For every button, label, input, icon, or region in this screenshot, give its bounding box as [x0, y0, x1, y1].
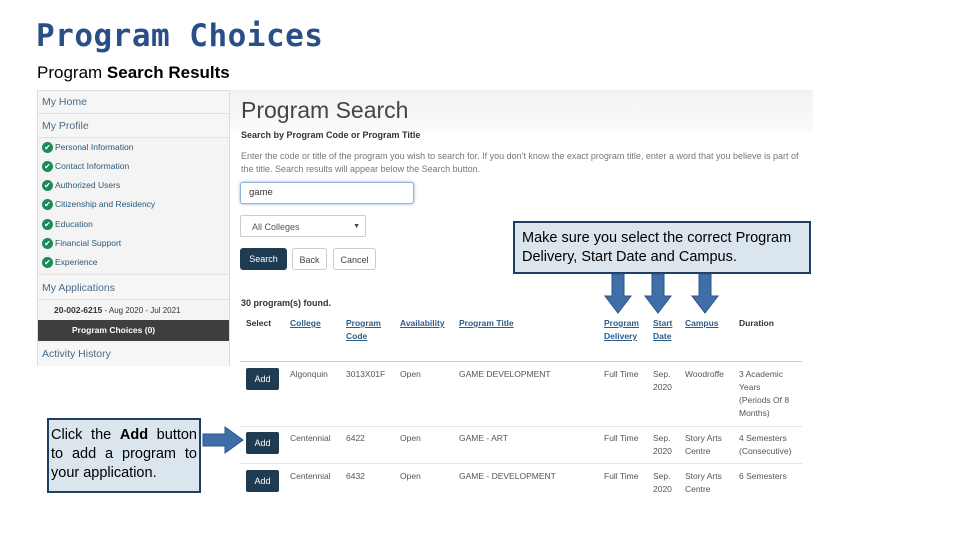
arrow-down-icon	[643, 273, 673, 314]
arrow-down-icon	[603, 273, 633, 314]
arrow-down-icon	[690, 273, 720, 314]
arrow-right-icon	[202, 426, 244, 454]
annotation-arrows	[202, 273, 720, 454]
